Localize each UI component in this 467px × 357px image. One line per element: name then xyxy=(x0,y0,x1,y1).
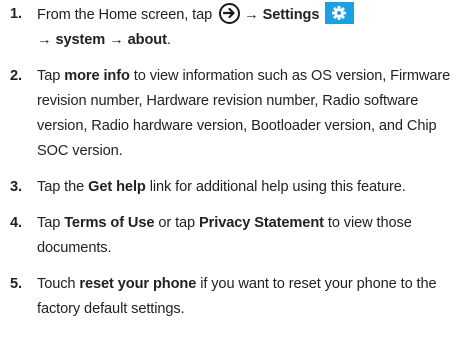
reset-your-phone-label: reset your phone xyxy=(79,276,197,292)
step-number: 2. xyxy=(10,68,22,84)
arrow-separator: → xyxy=(244,7,259,23)
step-number: 1. xyxy=(10,6,22,22)
gear-icon xyxy=(325,2,355,24)
step-text: Tap xyxy=(37,215,61,231)
instructions-page: 1. From the Home screen, tap → Settings xyxy=(0,0,467,357)
terms-of-use-label: Terms of Use xyxy=(64,215,155,231)
step-number: 5. xyxy=(10,276,22,292)
step-2: 2. Tap more info to view information suc… xyxy=(10,64,461,164)
step-4: 4. Tap Terms of Use or tap Privacy State… xyxy=(10,211,461,261)
step-text: Touch xyxy=(37,276,76,292)
step-text: link for additional help using this feat… xyxy=(149,179,406,195)
about-label: about xyxy=(127,32,167,48)
arrow-separator: → xyxy=(109,32,124,48)
step-text: Tap the xyxy=(37,179,85,195)
step-number: 4. xyxy=(10,215,22,231)
system-label: system xyxy=(55,32,106,48)
steps-list: 1. From the Home screen, tap → Settings xyxy=(10,2,461,322)
step-text: From the Home screen, tap xyxy=(37,7,213,23)
step-text: Tap xyxy=(37,68,61,84)
step-text: or tap xyxy=(158,215,196,231)
get-help-label: Get help xyxy=(88,179,146,195)
step-1: 1. From the Home screen, tap → Settings xyxy=(10,2,461,53)
step-5: 5. Touch reset your phone if you want to… xyxy=(10,272,461,322)
right-arrow-circle-icon xyxy=(219,3,241,24)
period: . xyxy=(166,32,171,48)
step-number: 3. xyxy=(10,179,22,195)
settings-label: Settings xyxy=(262,7,320,23)
privacy-statement-label: Privacy Statement xyxy=(199,215,324,231)
more-info-label: more info xyxy=(64,68,130,84)
step-3: 3. Tap the Get help link for additional … xyxy=(10,175,461,200)
arrow-separator: → xyxy=(37,32,52,48)
